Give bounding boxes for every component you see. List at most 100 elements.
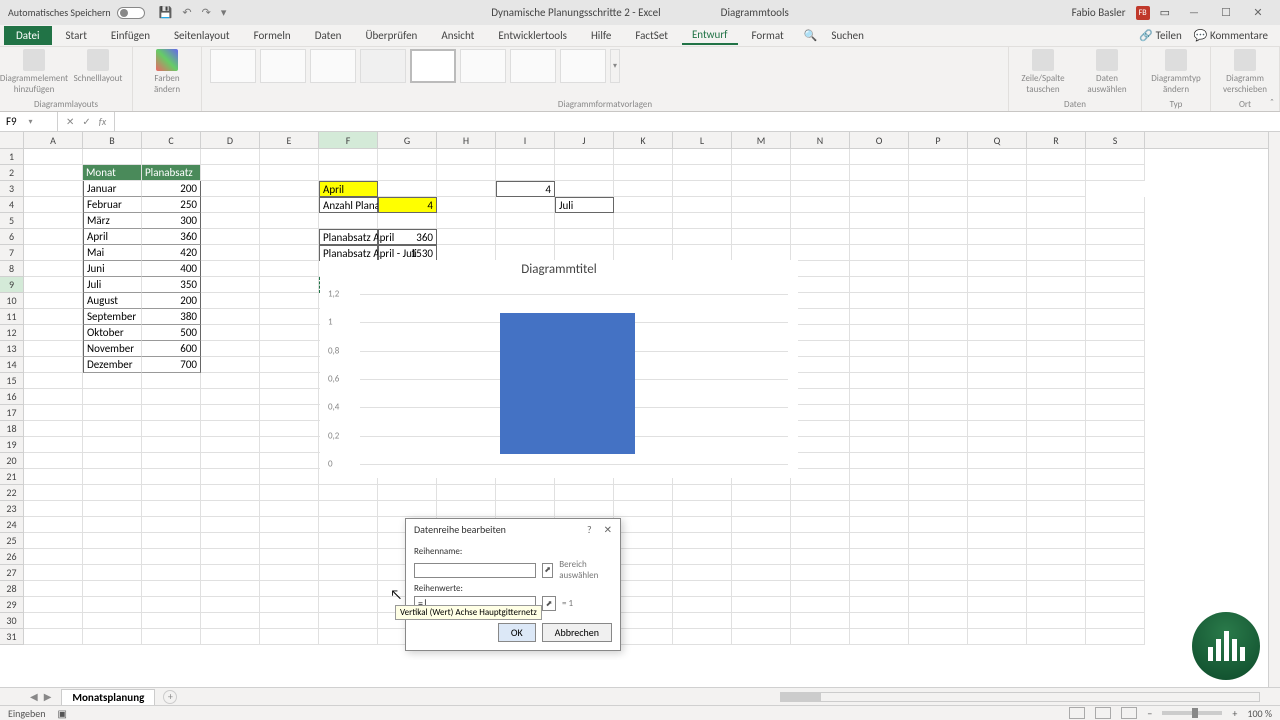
cell[interactable]: [732, 181, 791, 197]
cell[interactable]: [378, 501, 437, 517]
cell[interactable]: [260, 453, 319, 469]
cell[interactable]: [850, 581, 909, 597]
cell[interactable]: 300: [142, 213, 201, 229]
cell[interactable]: [555, 165, 614, 181]
cell[interactable]: [1086, 421, 1145, 437]
cell[interactable]: [260, 149, 319, 165]
cell[interactable]: [732, 165, 791, 181]
cell[interactable]: [968, 549, 1027, 565]
cell[interactable]: [142, 613, 201, 629]
cell[interactable]: [260, 565, 319, 581]
cell[interactable]: [260, 181, 319, 197]
cell[interactable]: [319, 485, 378, 501]
cell[interactable]: [791, 517, 850, 533]
cell[interactable]: [201, 325, 260, 341]
ribbon-tab-formeln[interactable]: Formeln: [244, 27, 301, 44]
cell[interactable]: [791, 549, 850, 565]
column-header[interactable]: E: [260, 132, 319, 148]
cell[interactable]: [850, 613, 909, 629]
normal-view-button[interactable]: [1069, 707, 1085, 719]
cell[interactable]: [1027, 613, 1086, 629]
row-header[interactable]: 6: [0, 229, 24, 245]
chart-object[interactable]: Diagrammtitel 00,20,40,60,811,2: [320, 260, 798, 478]
cell[interactable]: [142, 149, 201, 165]
column-header[interactable]: P: [909, 132, 968, 148]
cell[interactable]: 200: [142, 181, 201, 197]
cell[interactable]: [968, 453, 1027, 469]
cell[interactable]: [909, 501, 968, 517]
cell[interactable]: [1086, 261, 1145, 277]
cell[interactable]: [24, 421, 83, 437]
cell[interactable]: 4: [496, 181, 555, 197]
column-header[interactable]: D: [201, 132, 260, 148]
cell[interactable]: [791, 341, 850, 357]
cell[interactable]: [319, 213, 378, 229]
cell[interactable]: [24, 469, 83, 485]
cell[interactable]: [142, 453, 201, 469]
cell[interactable]: [850, 501, 909, 517]
cell[interactable]: [1027, 261, 1086, 277]
cell[interactable]: [201, 469, 260, 485]
cell[interactable]: [673, 501, 732, 517]
cell[interactable]: [24, 581, 83, 597]
cell[interactable]: [1027, 229, 1086, 245]
cell[interactable]: [673, 565, 732, 581]
cell[interactable]: [201, 309, 260, 325]
row-header[interactable]: 13: [0, 341, 24, 357]
cell[interactable]: [732, 533, 791, 549]
cell[interactable]: [201, 421, 260, 437]
cell[interactable]: [614, 549, 673, 565]
row-header[interactable]: 19: [0, 437, 24, 453]
chart-plot-area[interactable]: 00,20,40,60,811,2: [360, 279, 788, 469]
cell[interactable]: [614, 213, 673, 229]
cell[interactable]: [260, 229, 319, 245]
cell[interactable]: [1086, 357, 1145, 373]
cell[interactable]: [319, 613, 378, 629]
cell[interactable]: [968, 485, 1027, 501]
chart-style-3[interactable]: [310, 49, 356, 83]
cell[interactable]: [968, 341, 1027, 357]
row-header[interactable]: 28: [0, 581, 24, 597]
cell[interactable]: [909, 389, 968, 405]
redo-icon[interactable]: ↷: [202, 6, 211, 19]
cell[interactable]: [83, 453, 142, 469]
cell[interactable]: [1027, 405, 1086, 421]
cell[interactable]: [673, 613, 732, 629]
cell[interactable]: [614, 197, 673, 213]
cell[interactable]: [1086, 565, 1145, 581]
cell[interactable]: [260, 549, 319, 565]
cell[interactable]: [201, 373, 260, 389]
cell[interactable]: [1027, 629, 1086, 645]
cell[interactable]: [319, 149, 378, 165]
cell[interactable]: [1086, 197, 1145, 213]
cell[interactable]: [83, 373, 142, 389]
cell[interactable]: [201, 485, 260, 501]
chart-title[interactable]: Diagrammtitel: [320, 260, 798, 279]
cell[interactable]: [1086, 325, 1145, 341]
cell[interactable]: [1027, 421, 1086, 437]
row-header[interactable]: 7: [0, 245, 24, 261]
cell[interactable]: 700: [142, 357, 201, 373]
cell[interactable]: [732, 501, 791, 517]
select-all-corner[interactable]: [0, 132, 24, 148]
cell[interactable]: [378, 485, 437, 501]
comments-button[interactable]: 💬 Kommentare: [1194, 29, 1268, 42]
cell[interactable]: [791, 533, 850, 549]
cell[interactable]: [260, 533, 319, 549]
cell[interactable]: [614, 245, 673, 261]
ribbon-tab-seitenlayout[interactable]: Seitenlayout: [164, 27, 240, 44]
cell[interactable]: [850, 437, 909, 453]
zoom-in-button[interactable]: +: [1232, 707, 1237, 720]
cell[interactable]: [614, 613, 673, 629]
column-header[interactable]: G: [378, 132, 437, 148]
cell[interactable]: [1027, 437, 1086, 453]
qat-more-icon[interactable]: ▾: [221, 6, 227, 19]
cell[interactable]: [201, 357, 260, 373]
cell[interactable]: [1027, 565, 1086, 581]
cell[interactable]: [24, 341, 83, 357]
cell[interactable]: [673, 213, 732, 229]
cell[interactable]: [968, 165, 1027, 181]
cell[interactable]: [1086, 549, 1145, 565]
column-header[interactable]: N: [791, 132, 850, 148]
cell[interactable]: [673, 581, 732, 597]
